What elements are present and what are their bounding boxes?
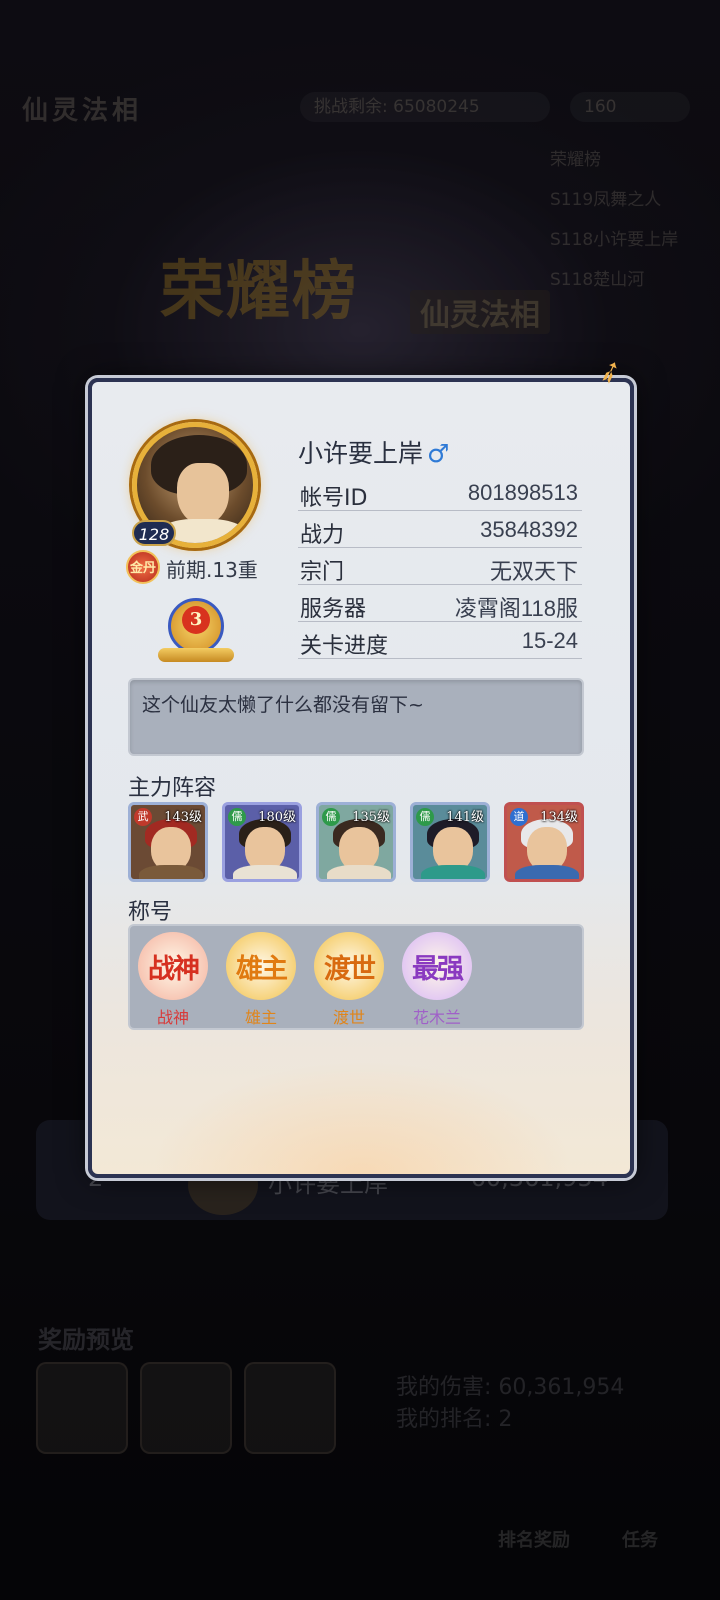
signature-text: 这个仙友太懒了什么都没有留下~ bbox=[142, 694, 424, 716]
hero-class-tag: 武 bbox=[134, 808, 152, 826]
title-label: 花木兰 bbox=[412, 1008, 461, 1027]
titles-panel: 战神 战神 雄主 雄主 渡世 渡世 最强 花木兰 bbox=[128, 924, 584, 1030]
golden-core-icon: 金丹 bbox=[126, 550, 160, 584]
info-value: 无双天下 bbox=[489, 559, 578, 584]
info-value: 凌霄阁118服 bbox=[454, 596, 578, 621]
hero-level: 141级 bbox=[446, 810, 484, 825]
title-emblem-icon: 最强 bbox=[402, 932, 472, 1000]
info-row-stage-progress: 关卡进度 15-24 bbox=[298, 622, 582, 659]
title-badge[interactable]: 最强 花木兰 bbox=[398, 932, 476, 1028]
info-label: 服务器 bbox=[300, 597, 367, 622]
hero-level: 135级 bbox=[352, 810, 390, 825]
info-value: 15-24 bbox=[521, 628, 578, 653]
hero-level: 143级 bbox=[164, 810, 202, 825]
title-badge[interactable]: 雄主 雄主 bbox=[222, 932, 300, 1028]
hero-class-tag: 儒 bbox=[228, 808, 246, 826]
info-label: 帐号ID bbox=[300, 486, 368, 511]
info-row-server: 服务器 凌霄阁118服 bbox=[298, 585, 582, 622]
title-label: 雄主 bbox=[244, 1008, 277, 1027]
info-label: 关卡进度 bbox=[300, 634, 389, 659]
hero-level: 180级 bbox=[258, 810, 296, 825]
title-emblem-icon: 渡世 bbox=[314, 932, 384, 1000]
hero-class-tag: 儒 bbox=[322, 808, 340, 826]
info-value: 35848392 bbox=[480, 517, 578, 542]
cultivation-realm: 前期.13重 bbox=[166, 558, 258, 582]
player-name: 小许要上岸 bbox=[298, 439, 424, 468]
info-label: 宗门 bbox=[300, 560, 345, 585]
rank-emblem-number: 3 bbox=[182, 606, 210, 634]
info-value: 801898513 bbox=[467, 480, 578, 505]
title-badge[interactable]: 渡世 渡世 bbox=[310, 932, 388, 1028]
main-lineup: 武 143级 儒 180级 儒 135级 儒 141级 道 134级 bbox=[128, 802, 588, 886]
signature-box: 这个仙友太懒了什么都没有留下~ bbox=[128, 678, 584, 756]
titles-section-title: 称号 bbox=[128, 900, 173, 925]
info-label: 战力 bbox=[300, 523, 345, 548]
player-info-table: 帐号ID 801898513 战力 35848392 宗门 无双天下 服务器 凌… bbox=[298, 474, 582, 659]
info-row-sect: 宗门 无双天下 bbox=[298, 548, 582, 585]
title-emblem-icon: 雄主 bbox=[226, 932, 296, 1000]
hero-card[interactable]: 儒 135级 bbox=[316, 802, 396, 882]
player-name-line: 小许要上岸 ♂ bbox=[298, 434, 449, 470]
title-badge[interactable]: 战神 战神 bbox=[134, 932, 212, 1028]
info-row-power: 战力 35848392 bbox=[298, 511, 582, 548]
player-profile-card: 128 金丹 前期.13重 3 小许要上岸 ♂ 帐号ID 801898513 战力… bbox=[88, 378, 634, 1178]
main-lineup-title: 主力阵容 bbox=[128, 776, 217, 801]
hero-card[interactable]: 儒 180级 bbox=[222, 802, 302, 882]
hero-class-tag: 儒 bbox=[416, 808, 434, 826]
hero-level: 134级 bbox=[540, 810, 578, 825]
title-label: 渡世 bbox=[332, 1008, 365, 1027]
rank-emblem-icon: 3 bbox=[154, 592, 238, 668]
info-row-account-id: 帐号ID 801898513 bbox=[298, 474, 582, 511]
player-level-badge: 128 bbox=[132, 520, 176, 546]
male-gender-icon: ♂ bbox=[427, 439, 450, 468]
hero-class-tag: 道 bbox=[510, 808, 528, 826]
title-emblem-icon: 战神 bbox=[138, 932, 208, 1000]
hero-card[interactable]: 道 134级 bbox=[504, 802, 584, 882]
hero-card[interactable]: 武 143级 bbox=[128, 802, 208, 882]
hero-card[interactable]: 儒 141级 bbox=[410, 802, 490, 882]
title-label: 战神 bbox=[156, 1008, 189, 1027]
